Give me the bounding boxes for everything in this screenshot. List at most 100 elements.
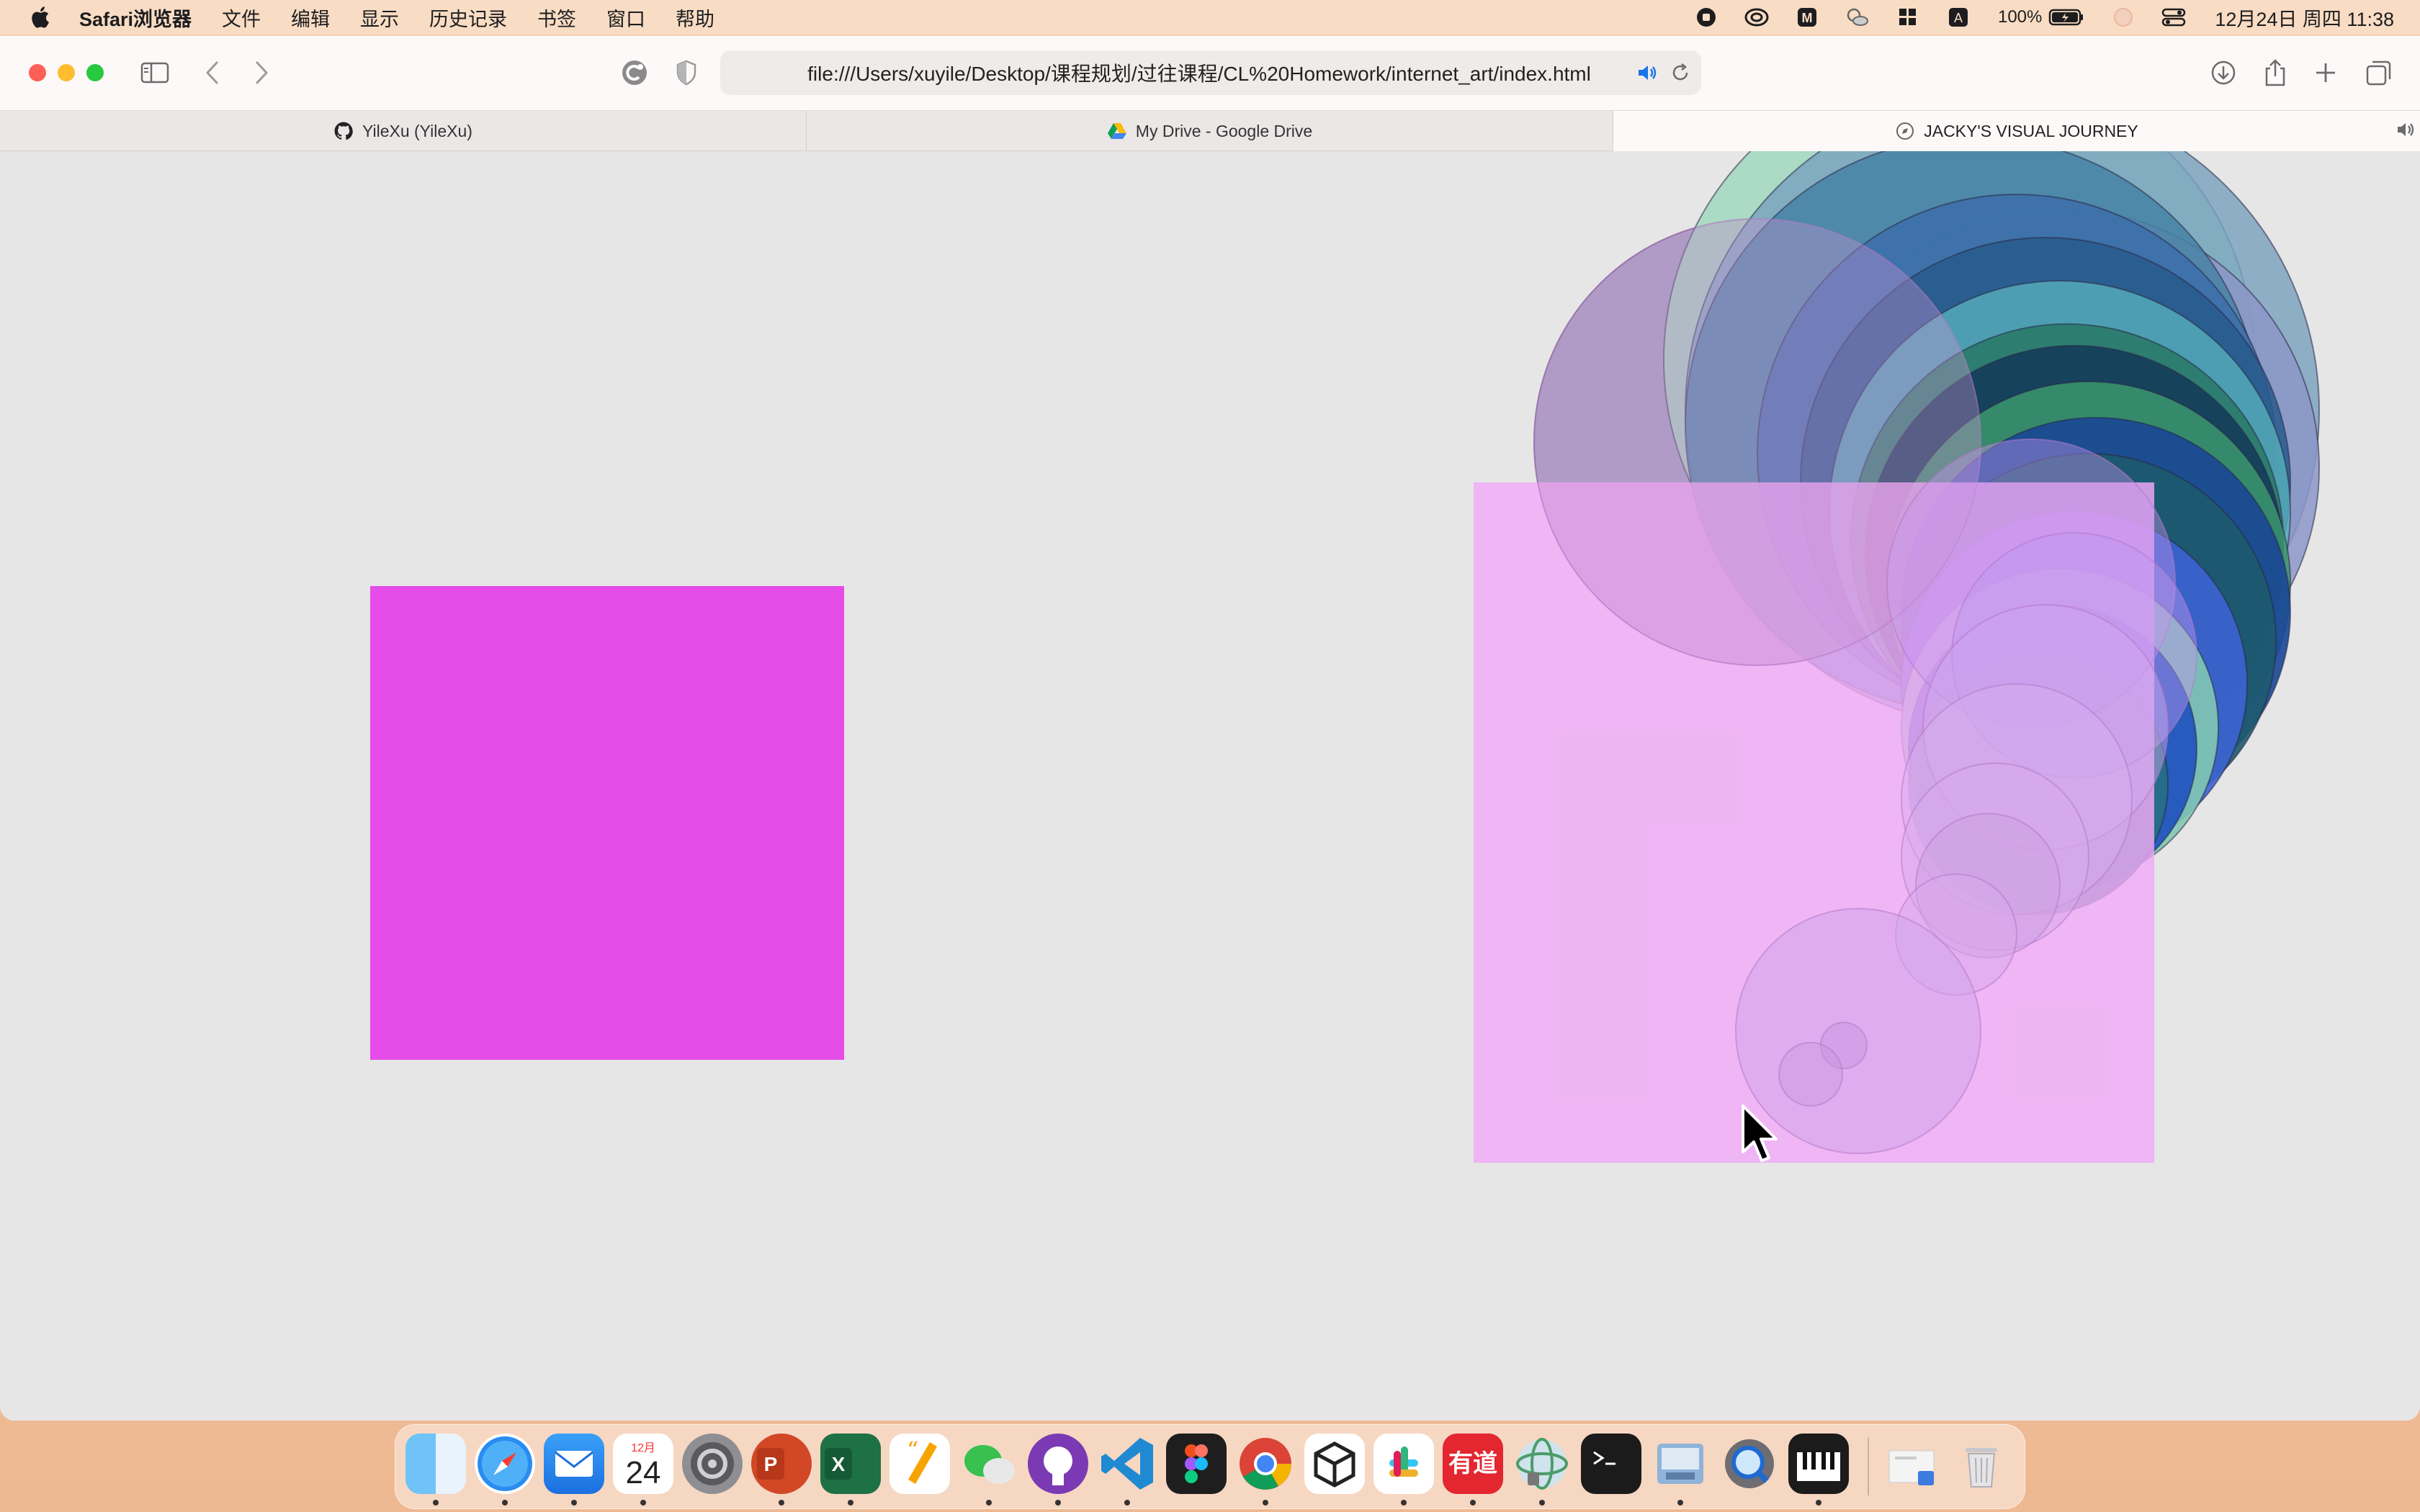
apple-menu-icon[interactable] — [27, 4, 55, 31]
running-indicator — [1124, 1500, 1130, 1506]
dock-separator — [1868, 1438, 1869, 1495]
running-indicator — [571, 1500, 577, 1506]
control-center-icon[interactable] — [2161, 5, 2186, 30]
dock-trash[interactable] — [1951, 1434, 2012, 1494]
dock-preview[interactable] — [1650, 1434, 1711, 1494]
svg-text:M: M — [1801, 11, 1812, 25]
battery-percent: 100% — [1997, 7, 2043, 27]
dock-calendar[interactable]: 12月 24 — [613, 1434, 673, 1494]
youdao-label: 有道 — [1448, 1450, 1497, 1477]
menu-clock[interactable]: 12月24日 周四 11:38 — [2215, 4, 2394, 32]
record-icon[interactable] — [1694, 5, 1718, 30]
tab-google-drive[interactable]: My Drive - Google Drive — [807, 111, 1613, 151]
close-window-button[interactable] — [29, 64, 46, 81]
forward-icon[interactable] — [245, 56, 278, 89]
dock-wechat[interactable] — [959, 1434, 1019, 1494]
dock-finder[interactable] — [405, 1434, 466, 1494]
mouse-cursor-icon — [1742, 1104, 1778, 1162]
downloads-icon[interactable] — [2207, 56, 2240, 89]
dock-piano[interactable] — [1788, 1434, 1849, 1494]
privacy-shield-icon[interactable] — [670, 56, 703, 89]
running-indicator — [1816, 1500, 1821, 1506]
reload-icon[interactable] — [1668, 60, 1693, 85]
dock-terminal[interactable] — [1581, 1434, 1641, 1494]
dock-powerpoint[interactable]: P — [751, 1434, 812, 1494]
dock-github-desktop[interactable] — [1028, 1434, 1088, 1494]
tab-label: YileXu (YileXu) — [362, 121, 472, 140]
input-method-icon[interactable]: A — [1946, 5, 1971, 30]
calendar-day: 24 — [625, 1455, 661, 1490]
dock-unity[interactable] — [1304, 1434, 1365, 1494]
running-indicator — [433, 1500, 439, 1506]
google-drive-icon — [1107, 121, 1127, 141]
dock-downloads-stack[interactable] — [1882, 1434, 1942, 1494]
running-indicator — [848, 1500, 853, 1506]
creative-cloud-icon[interactable] — [1744, 5, 1769, 30]
dock-vscode[interactable] — [1097, 1434, 1157, 1494]
menu-help[interactable]: 帮助 — [676, 4, 714, 32]
back-icon[interactable] — [196, 56, 229, 89]
dock-safari[interactable] — [475, 1434, 535, 1494]
dock-pages[interactable]: “ — [889, 1434, 950, 1494]
extension-icon[interactable] — [618, 56, 651, 89]
sidebar-toggle-icon[interactable] — [138, 56, 171, 89]
weather-icon[interactable] — [1845, 5, 1870, 30]
running-indicator — [986, 1500, 992, 1506]
running-indicator — [502, 1500, 508, 1506]
fullscreen-window-button[interactable] — [86, 64, 104, 81]
battery-icon[interactable] — [2048, 5, 2085, 30]
grid-icon[interactable] — [1896, 5, 1920, 30]
art-circle — [1778, 1042, 1843, 1107]
dock-network-utility[interactable] — [1512, 1434, 1572, 1494]
dock-excel[interactable]: X — [820, 1434, 881, 1494]
menu-file[interactable]: 文件 — [222, 4, 261, 32]
running-indicator — [1401, 1500, 1407, 1506]
running-indicator — [1263, 1500, 1268, 1506]
page-content[interactable] — [0, 151, 2420, 1421]
siri-icon[interactable] — [2111, 5, 2136, 30]
m-icon[interactable]: M — [1795, 5, 1819, 30]
running-indicator — [779, 1500, 784, 1506]
address-bar[interactable]: file:///Users/xuyile/Desktop/课程规划/过往课程/C… — [720, 50, 1701, 95]
calendar-month: 12月 — [631, 1442, 655, 1454]
minimize-window-button[interactable] — [58, 64, 75, 81]
running-indicator — [1539, 1500, 1545, 1506]
tab-label: JACKY'S VISUAL JOURNEY — [1924, 121, 2138, 140]
new-tab-icon[interactable] — [2309, 56, 2342, 89]
tab-github[interactable]: YileXu (YileXu) — [0, 111, 807, 151]
tab-audio-icon[interactable] — [2396, 121, 2416, 141]
dock-mail[interactable] — [544, 1434, 604, 1494]
menu-view[interactable]: 显示 — [360, 4, 399, 32]
svg-text:“: “ — [907, 1436, 918, 1464]
share-icon[interactable] — [2259, 56, 2292, 89]
github-icon — [333, 121, 354, 141]
dock-slack[interactable] — [1373, 1434, 1434, 1494]
running-indicator — [1055, 1500, 1061, 1506]
tab-bar: YileXu (YileXu) My Drive - Google Drive … — [0, 111, 2420, 151]
menu-window[interactable]: 窗口 — [606, 4, 645, 32]
svg-text:A: A — [1954, 11, 1963, 25]
dock-youdao[interactable]: 有道 — [1443, 1434, 1503, 1494]
url-text[interactable]: file:///Users/xuyile/Desktop/课程规划/过往课程/C… — [720, 58, 1635, 87]
tab-visual-journey[interactable]: JACKY'S VISUAL JOURNEY — [1613, 111, 2420, 151]
menu-edit[interactable]: 编辑 — [291, 4, 330, 32]
dock-figma[interactable] — [1166, 1434, 1227, 1494]
compass-icon — [1895, 121, 1915, 141]
svg-text:X: X — [832, 1453, 846, 1475]
dock: 12月 24 P X “ 有道 — [395, 1424, 2025, 1509]
audio-playing-icon[interactable] — [1635, 60, 1659, 85]
dock-chrome[interactable] — [1235, 1434, 1296, 1494]
menu-history[interactable]: 历史记录 — [429, 4, 507, 32]
running-indicator — [640, 1500, 646, 1506]
dock-quicktime[interactable] — [1719, 1434, 1780, 1494]
running-indicator — [1470, 1500, 1476, 1506]
menu-bookmarks[interactable]: 书签 — [537, 4, 576, 32]
menu-app-name[interactable]: Safari浏览器 — [79, 4, 192, 32]
svg-text:P: P — [764, 1453, 778, 1475]
pink-circle-layer[interactable] — [0, 151, 2420, 1421]
tab-label: My Drive - Google Drive — [1135, 121, 1313, 140]
status-area: M A 100% 12月24日 周四 11:38 — [1668, 0, 2394, 35]
tab-overview-icon[interactable] — [2362, 56, 2396, 89]
dock-system-preferences[interactable] — [682, 1434, 743, 1494]
running-indicator — [1677, 1500, 1683, 1506]
